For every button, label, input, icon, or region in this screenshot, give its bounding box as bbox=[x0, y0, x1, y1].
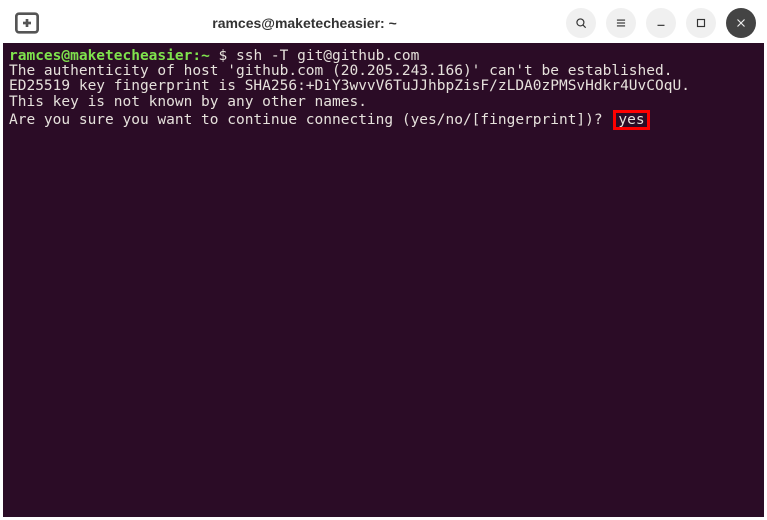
window-title: ramces@maketecheasier: ~ bbox=[51, 15, 558, 31]
search-button[interactable] bbox=[566, 8, 596, 38]
output-line-1: The authenticity of host 'github.com (20… bbox=[9, 63, 672, 79]
prompt-sep: : bbox=[192, 48, 201, 64]
titlebar: ramces@maketecheasier: ~ bbox=[3, 3, 764, 43]
output-line-3: This key is not known by any other names… bbox=[9, 94, 367, 110]
prompt-path: ~ bbox=[201, 48, 210, 64]
output-line-2: ED25519 key fingerprint is SHA256:+DiY3w… bbox=[9, 78, 690, 94]
maximize-button[interactable] bbox=[686, 8, 716, 38]
output-line-4-question: Are you sure you want to continue connec… bbox=[9, 112, 603, 128]
terminal-window: ramces@maketecheasier: ~ ramces@maketech… bbox=[0, 0, 767, 520]
prompt-symbol: $ bbox=[210, 48, 236, 64]
menu-button[interactable] bbox=[606, 8, 636, 38]
prompt-user: ramces@maketecheasier bbox=[9, 48, 192, 64]
command: ssh -T git@github.com bbox=[236, 48, 419, 64]
minimize-button[interactable] bbox=[646, 8, 676, 38]
close-button[interactable] bbox=[726, 8, 756, 38]
highlighted-answer: yes bbox=[613, 110, 649, 131]
new-tab-button[interactable] bbox=[11, 8, 43, 38]
terminal-body[interactable]: ramces@maketecheasier:~ $ ssh -T git@git… bbox=[3, 43, 764, 517]
